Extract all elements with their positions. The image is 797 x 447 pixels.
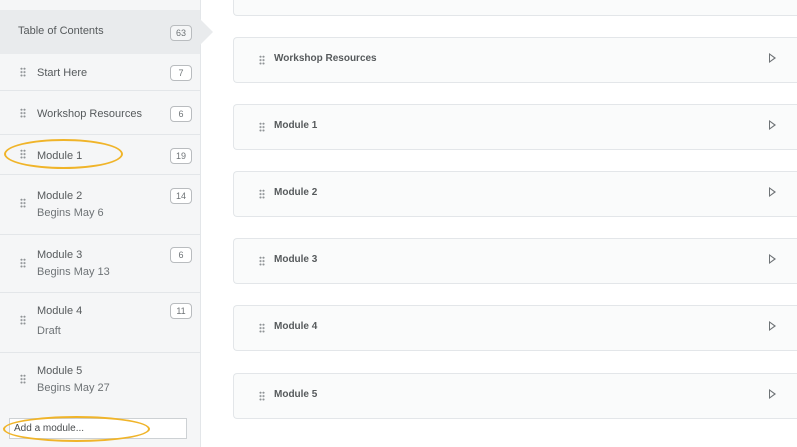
module-panel[interactable]: Module 4 — [233, 305, 797, 351]
sidebar-item-label: Module 1 — [37, 150, 83, 162]
drag-handle-icon[interactable] — [259, 55, 265, 65]
drag-handle-icon[interactable] — [20, 258, 26, 268]
expand-arrow-icon[interactable] — [769, 120, 776, 130]
expand-arrow-icon[interactable] — [769, 53, 776, 63]
module-panel-title: Workshop Resources — [274, 53, 377, 64]
module-panel-title: Module 5 — [274, 389, 318, 400]
expand-arrow-icon[interactable] — [769, 389, 776, 399]
drag-handle-icon[interactable] — [259, 256, 265, 266]
expand-arrow-icon[interactable] — [769, 254, 776, 264]
drag-handle-icon[interactable] — [20, 315, 26, 325]
toc-label: Table of Contents — [18, 25, 104, 37]
drag-handle-icon[interactable] — [20, 149, 26, 159]
table-of-contents-item[interactable]: Table of Contents 63 — [0, 10, 213, 54]
add-module-input[interactable]: Add a module... — [9, 418, 187, 439]
sidebar-item-module-3[interactable]: Module 3 Begins May 13 6 — [0, 235, 200, 293]
toc-count-badge: 63 — [170, 25, 192, 41]
sidebar-item-module-1[interactable]: Module 1 19 — [0, 135, 200, 175]
sidebar-item-module-2[interactable]: Module 2 Begins May 6 14 — [0, 175, 200, 235]
drag-handle-icon[interactable] — [20, 108, 26, 118]
drag-handle-icon[interactable] — [259, 323, 265, 333]
module-panel-title: Module 4 — [274, 321, 318, 332]
sidebar-item-subtitle: Begins May 27 — [37, 382, 110, 394]
sidebar-item-count-badge: 7 — [170, 65, 192, 81]
sidebar-item-label: Module 2 — [37, 190, 83, 202]
sidebar-item-start-here[interactable]: Start Here 7 — [0, 54, 200, 91]
sidebar-item-count-badge: 11 — [170, 303, 192, 319]
sidebar-item-subtitle: Draft — [37, 325, 61, 337]
sidebar-item-module-4[interactable]: Module 4 Draft 11 — [0, 293, 200, 353]
drag-handle-icon[interactable] — [259, 122, 265, 132]
expand-arrow-icon[interactable] — [769, 187, 776, 197]
module-panel-title: Module 1 — [274, 120, 318, 131]
module-panel[interactable]: Module 2 — [233, 171, 797, 217]
sidebar-item-subtitle: Begins May 13 — [37, 266, 110, 278]
sidebar-item-count-badge: 14 — [170, 188, 192, 204]
drag-handle-icon[interactable] — [259, 391, 265, 401]
expand-arrow-icon[interactable] — [769, 321, 776, 331]
sidebar-item-label: Module 5 — [37, 365, 83, 377]
sidebar-item-label: Module 4 — [37, 305, 83, 317]
module-panel-title: Module 3 — [274, 254, 318, 265]
sidebar-item-label: Module 3 — [37, 249, 83, 261]
sidebar-item-module-5[interactable]: Module 5 Begins May 27 — [0, 353, 200, 408]
drag-handle-icon[interactable] — [20, 198, 26, 208]
drag-handle-icon[interactable] — [20, 67, 26, 77]
sidebar-item-label: Start Here — [37, 67, 88, 79]
drag-handle-icon[interactable] — [20, 374, 26, 384]
module-panel[interactable]: Module 1 — [233, 104, 797, 150]
sidebar-item-subtitle: Begins May 6 — [37, 207, 104, 219]
module-panel[interactable]: Module 3 — [233, 238, 797, 284]
sidebar-item-count-badge: 6 — [170, 106, 192, 122]
sidebar-item-count-badge: 19 — [170, 148, 192, 164]
drag-handle-icon[interactable] — [259, 189, 265, 199]
sidebar-item-label: Workshop Resources — [37, 108, 142, 120]
sidebar-item-count-badge: 6 — [170, 247, 192, 263]
sidebar-item-workshop-resources[interactable]: Workshop Resources 6 — [0, 91, 200, 135]
module-panel-partial[interactable] — [233, 0, 797, 16]
module-panel[interactable]: Module 5 — [233, 373, 797, 419]
module-panel[interactable]: Workshop Resources — [233, 37, 797, 83]
module-panel-title: Module 2 — [274, 187, 318, 198]
sidebar: Table of Contents 63 Start Here 7 Worksh… — [0, 0, 213, 447]
